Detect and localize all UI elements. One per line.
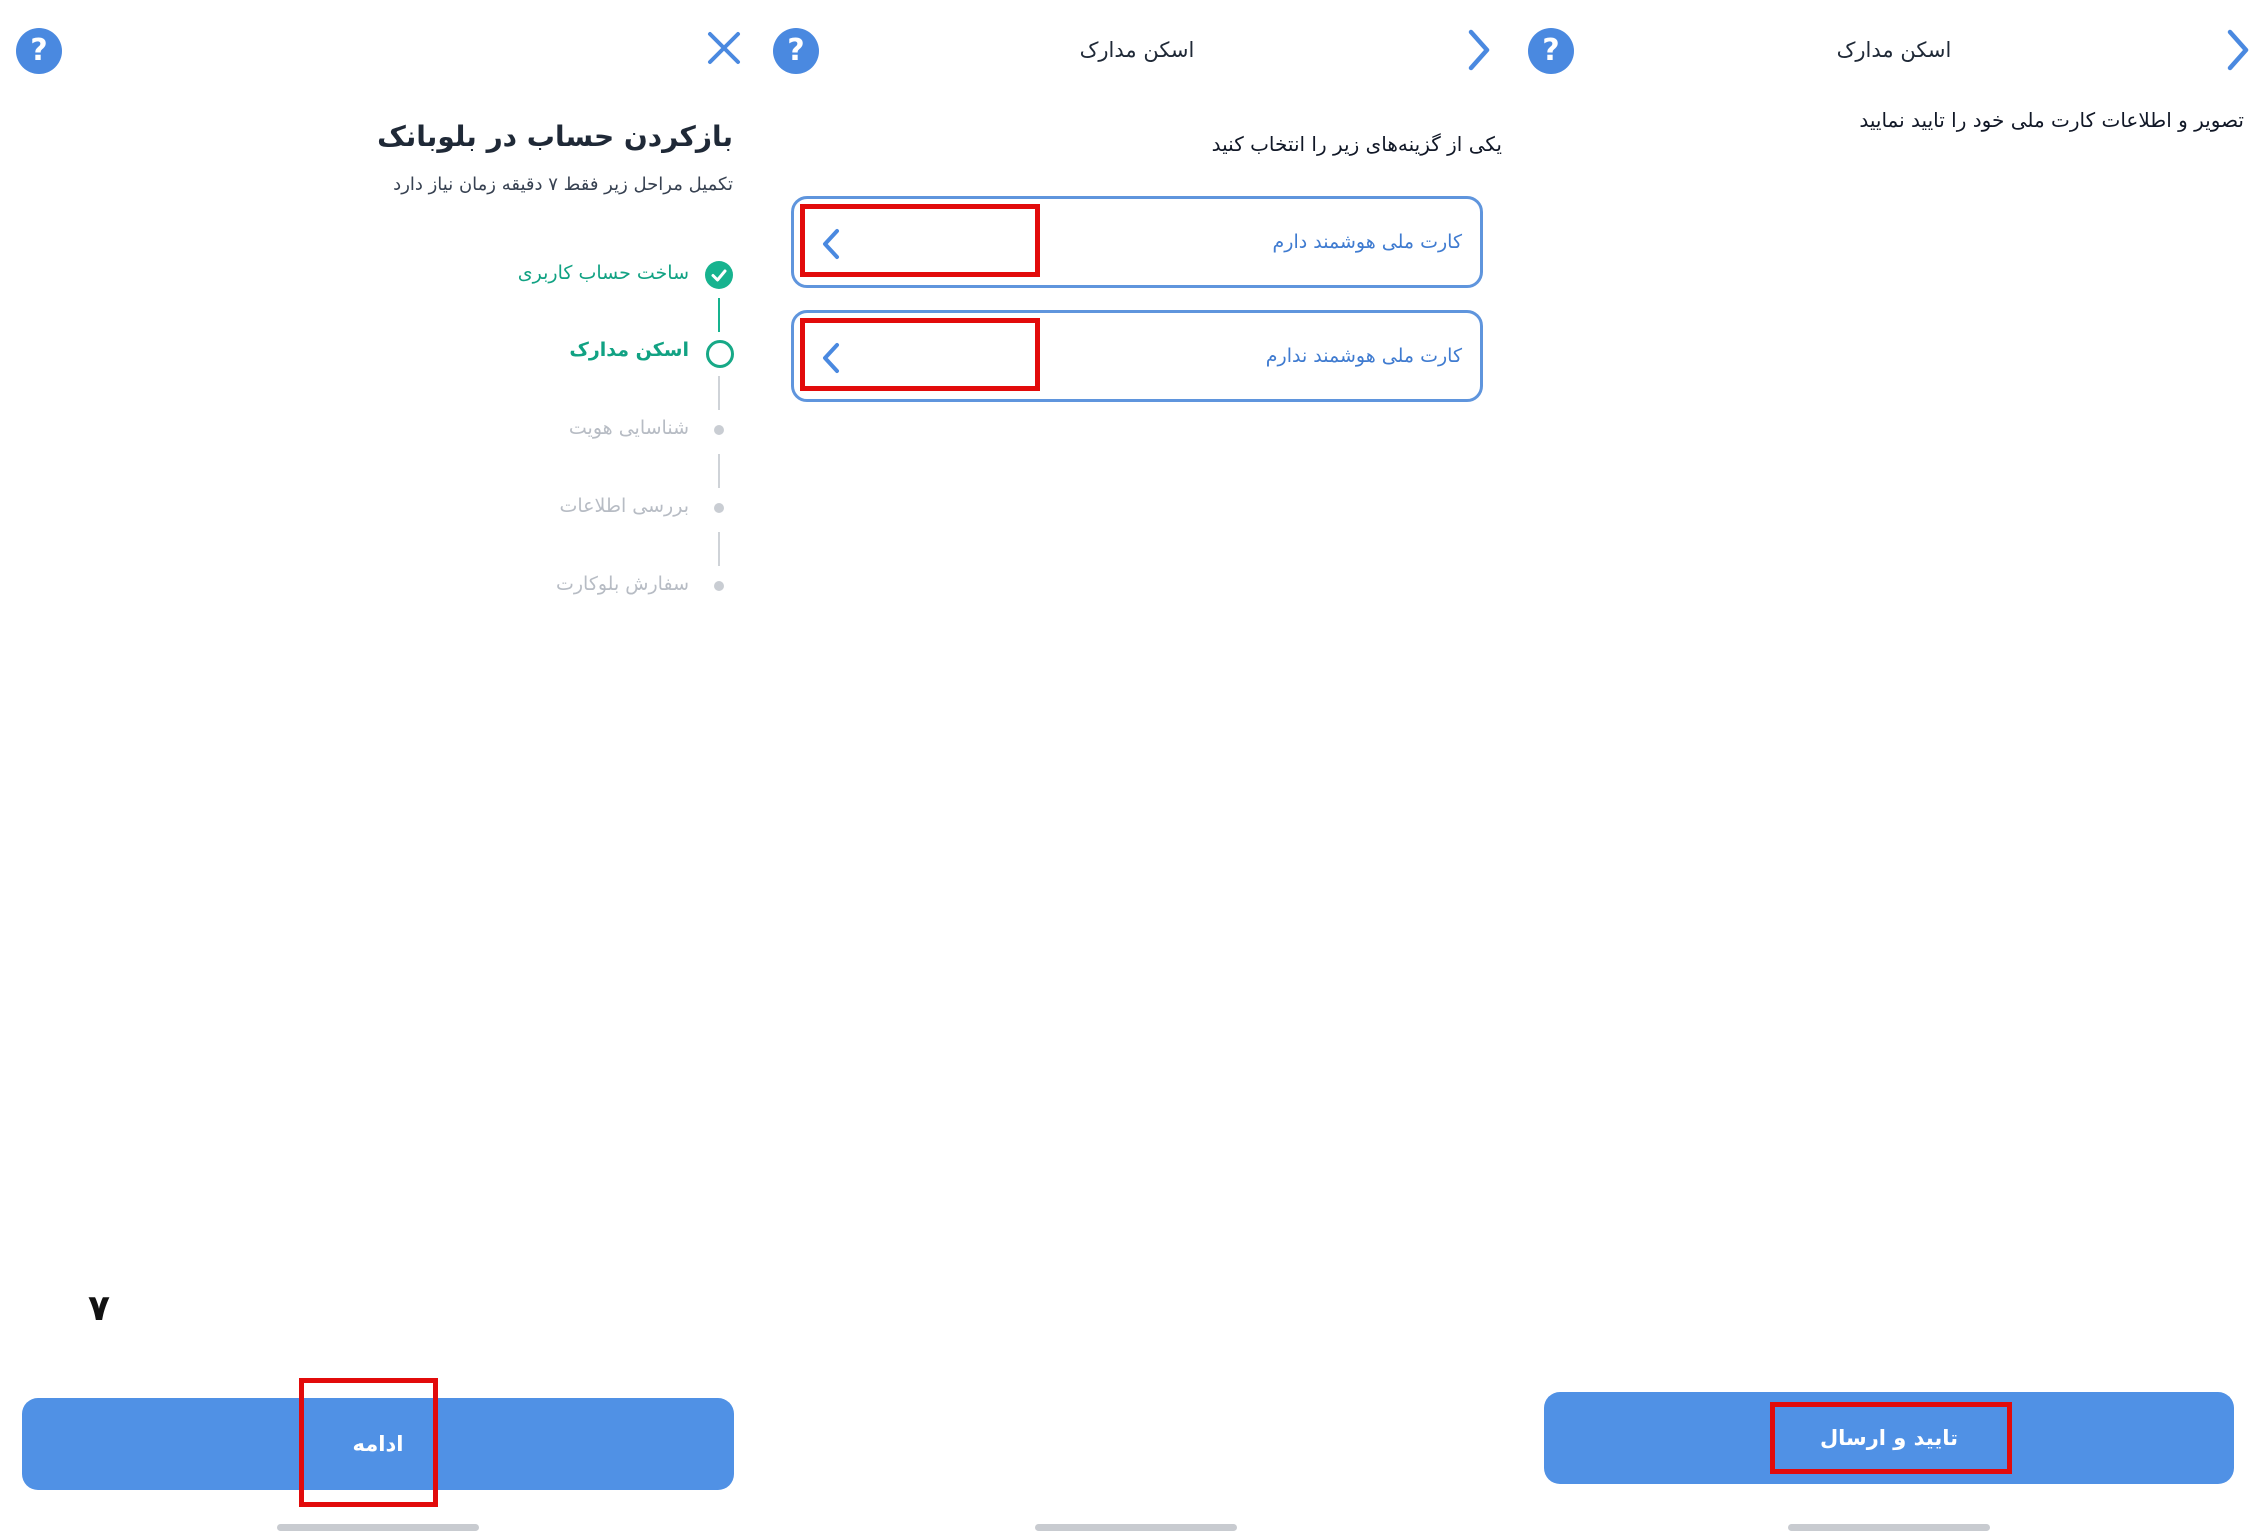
screen-title: اسکن مدارک — [1079, 38, 1195, 62]
home-indicator[interactable] — [1788, 1524, 1990, 1531]
highlight-box — [800, 318, 1040, 391]
page-subtitle: تکمیل مراحل زیر فقط ۷ دقیقه زمان نیاز دا… — [393, 174, 733, 195]
pending-step-icon — [714, 503, 724, 513]
close-icon[interactable] — [706, 30, 742, 66]
highlight-box — [299, 1378, 438, 1507]
home-indicator[interactable] — [1035, 1524, 1237, 1531]
step-label-information-review: بررسی اطلاعات — [559, 495, 690, 517]
help-icon[interactable]: ? — [16, 28, 62, 74]
pending-step-icon — [714, 581, 724, 591]
document-type-screen: ? اسکن مدارک یکی از گزینه‌های زیر را انت… — [757, 0, 1514, 1537]
home-indicator[interactable] — [277, 1524, 479, 1531]
highlight-box — [1770, 1402, 2012, 1474]
pending-step-icon — [714, 425, 724, 435]
instruction-text: تصویر و اطلاعات کارت ملی خود را تایید نم… — [1859, 108, 2244, 132]
chevron-right-icon[interactable] — [1465, 28, 1493, 72]
highlight-box — [800, 204, 1040, 277]
chevron-right-icon[interactable] — [2224, 28, 2252, 72]
step-connector — [718, 376, 720, 410]
help-icon[interactable]: ? — [773, 28, 819, 74]
step-connector — [718, 532, 720, 566]
step-label-order-card: سفارش بلوکارت — [555, 573, 689, 595]
confirm-card-screen: ? اسکن مدارک تصویر و اطلاعات کارت ملی خو… — [1514, 0, 2265, 1537]
check-icon — [705, 261, 733, 289]
step-label-scan-documents: اسکن مدارک — [569, 339, 689, 361]
annotation-number: ۷ — [88, 1288, 110, 1329]
option-label: کارت ملی هوشمند دارم — [1272, 231, 1462, 253]
page-title: بازکردن حساب در بلوبانک — [377, 120, 733, 153]
step-connector — [718, 454, 720, 488]
account-opening-screen: ? بازکردن حساب در بلوبانک تکمیل مراحل زی… — [0, 0, 757, 1537]
instruction-text: یکی از گزینه‌های زیر را انتخاب کنید — [1211, 132, 1502, 156]
step-connector — [718, 298, 720, 332]
help-icon[interactable]: ? — [1528, 28, 1574, 74]
option-label: کارت ملی هوشمند ندارم — [1265, 345, 1462, 367]
step-label-create-account: ساخت حساب کاربری — [517, 262, 689, 284]
screen-title: اسکن مدارک — [1836, 38, 1952, 62]
current-step-icon — [706, 340, 734, 368]
step-label-identity-verification: شناسایی هویت — [568, 417, 689, 439]
